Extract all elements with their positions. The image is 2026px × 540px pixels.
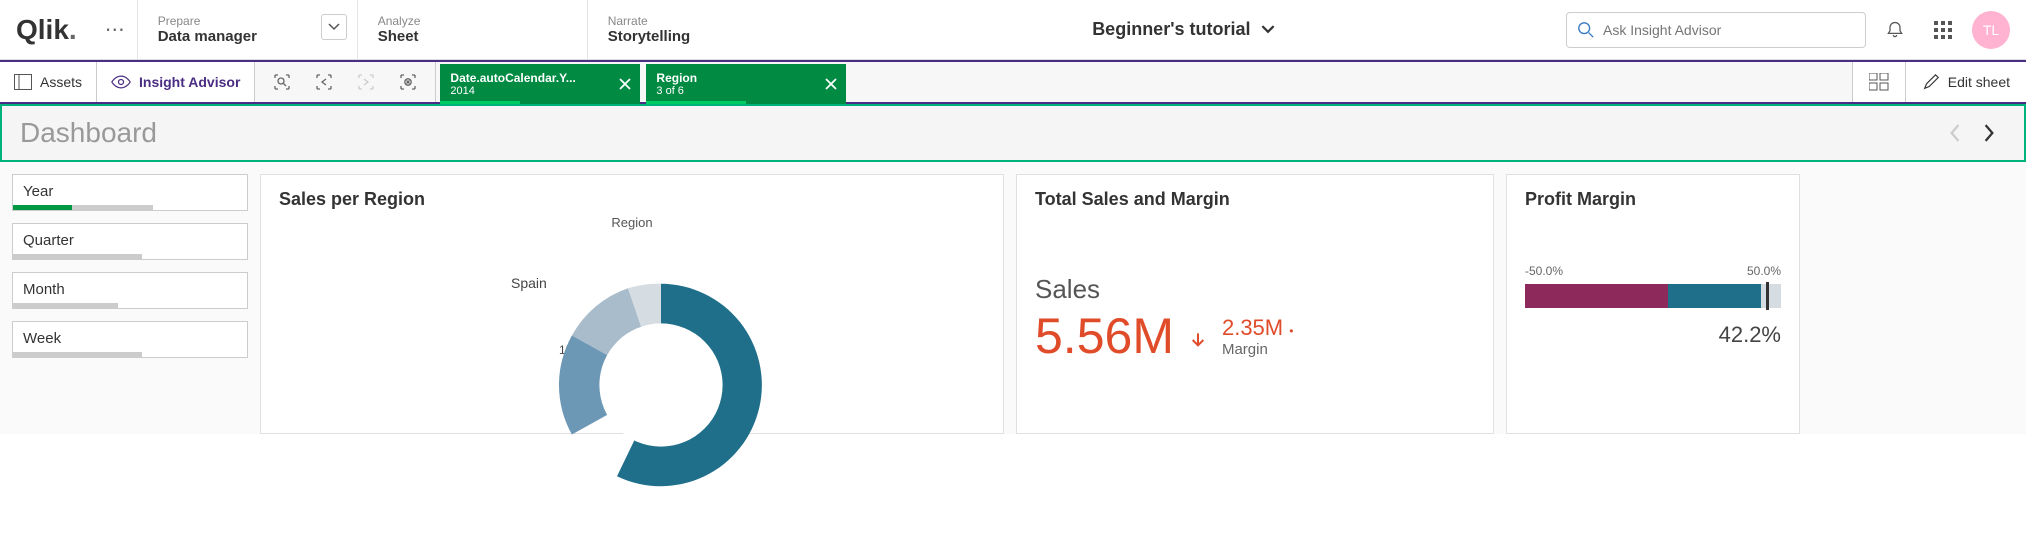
selection-forward-icon	[356, 72, 376, 92]
kpi-sales-value: 5.56M	[1035, 307, 1174, 365]
gauge-value: 42.2%	[1525, 322, 1781, 348]
selection-chip-close[interactable]	[610, 64, 640, 104]
nav-analyze-value: Sheet	[378, 28, 567, 45]
grid-icon	[1934, 21, 1952, 39]
insight-label: Insight Advisor	[139, 74, 240, 90]
prev-sheet-button	[1938, 116, 1972, 150]
sales-per-region-chart[interactable]: Sales per Region Region Spain 13.2%	[260, 174, 1004, 434]
user-avatar[interactable]: TL	[1972, 11, 2010, 49]
trend-down-icon	[1190, 332, 1206, 348]
chevron-right-icon	[1983, 124, 1995, 142]
gauge-max-label: 50.0%	[1747, 264, 1781, 278]
filter-label: Quarter	[23, 232, 74, 249]
filter-quarter[interactable]: Quarter	[12, 223, 248, 260]
kpi-title: Total Sales and Margin	[1035, 189, 1475, 210]
filter-label: Year	[23, 183, 53, 200]
bell-icon	[1885, 20, 1905, 40]
filter-month[interactable]: Month	[12, 272, 248, 309]
top-right-tools: TL	[1550, 0, 2026, 59]
nav-analyze-label: Analyze	[378, 14, 567, 28]
nav-prepare-value: Data manager	[158, 28, 337, 45]
eye-icon	[111, 75, 131, 89]
selection-chip-sub: 2014	[450, 85, 600, 97]
gauge-marker	[1766, 282, 1769, 310]
chart-dimension-label: Region	[611, 215, 652, 230]
close-icon	[619, 78, 631, 90]
nav-narrate[interactable]: Narrate Storytelling	[587, 0, 817, 59]
nav-narrate-value: Storytelling	[608, 28, 797, 45]
insight-search-box[interactable]	[1566, 12, 1866, 48]
filter-pane-column: Year Quarter Month Week	[12, 174, 248, 358]
nav-narrate-label: Narrate	[608, 14, 797, 28]
chevron-down-icon	[1261, 25, 1275, 34]
selection-toolbar: Assets Insight Advisor Date.autoCalendar…	[0, 60, 2026, 104]
selection-tool-buttons	[255, 62, 436, 102]
insight-search-input[interactable]	[1603, 22, 1855, 38]
selection-back-icon	[314, 72, 334, 92]
sheet-title-bar: Dashboard	[0, 104, 2026, 162]
selection-chip-sub: 3 of 6	[656, 85, 806, 97]
pencil-icon	[1922, 73, 1940, 91]
logo-text: lik	[38, 14, 69, 46]
next-sheet-button[interactable]	[1972, 116, 2006, 150]
sheets-grid-icon	[1869, 73, 1889, 91]
chevron-left-icon	[1949, 124, 1961, 142]
selection-clear-icon	[398, 72, 418, 92]
logo-q: Q	[16, 14, 38, 46]
edit-sheet-button[interactable]: Edit sheet	[1905, 62, 2026, 102]
nav-prepare-dropdown[interactable]	[321, 14, 347, 40]
sheets-overview-button[interactable]	[1852, 62, 1905, 102]
sheet-title-text: Dashboard	[20, 117, 1938, 149]
selection-chip-title: Region	[656, 71, 806, 85]
profit-margin-gauge[interactable]: Profit Margin -50.0% 50.0% 42.2%	[1506, 174, 1800, 434]
nav-prepare-label: Prepare	[158, 14, 337, 28]
ellipsis-icon: ⋯	[105, 17, 125, 42]
selection-search-icon	[272, 72, 292, 92]
step-back-button[interactable]	[305, 64, 343, 100]
gauge-min-label: -50.0%	[1525, 264, 1563, 278]
search-icon	[1577, 21, 1595, 39]
app-title-dropdown[interactable]: Beginner's tutorial	[817, 0, 1550, 59]
gauge-bar	[1525, 284, 1781, 308]
notifications-button[interactable]	[1876, 11, 1914, 49]
apps-grid-button[interactable]	[1924, 11, 1962, 49]
selection-chip-title: Date.autoCalendar.Y...	[450, 71, 600, 85]
more-menu-button[interactable]: ⋯	[93, 0, 137, 59]
selection-chip-close[interactable]	[816, 64, 846, 104]
step-forward-button	[347, 64, 385, 100]
total-sales-margin-kpi[interactable]: Total Sales and Margin Sales 5.56M 2.35M…	[1016, 174, 1494, 434]
qlik-logo[interactable]: Qlik.	[0, 0, 93, 59]
close-icon	[825, 78, 837, 90]
kpi-margin-label: Margin	[1222, 341, 1293, 358]
selection-chip-date[interactable]: Date.autoCalendar.Y... 2014	[440, 64, 640, 104]
assets-panel-toggle[interactable]: Assets	[0, 62, 97, 102]
donut-chart-svg	[501, 275, 821, 495]
filter-label: Week	[23, 330, 61, 347]
kpi-margin-value: 2.35M	[1222, 315, 1283, 340]
avatar-initials: TL	[1983, 22, 1999, 38]
filter-week[interactable]: Week	[12, 321, 248, 358]
panel-icon	[14, 74, 32, 90]
app-title: Beginner's tutorial	[1092, 19, 1250, 40]
nav-prepare[interactable]: Prepare Data manager	[137, 0, 357, 59]
clear-selections-button[interactable]	[389, 64, 427, 100]
assets-label: Assets	[40, 74, 82, 90]
filter-year[interactable]: Year	[12, 174, 248, 211]
nav-analyze[interactable]: Analyze Sheet	[357, 0, 587, 59]
chevron-down-icon	[328, 23, 340, 31]
sheet-body: Year Quarter Month Week Sales per Region…	[0, 162, 2026, 434]
filter-label: Month	[23, 281, 65, 298]
kpi-sales-label: Sales	[1035, 274, 1475, 305]
gauge-title: Profit Margin	[1525, 189, 1781, 210]
selection-chip-region[interactable]: Region 3 of 6	[646, 64, 846, 104]
smart-search-button[interactable]	[263, 64, 301, 100]
edit-sheet-label: Edit sheet	[1948, 74, 2010, 90]
top-navbar: Qlik. ⋯ Prepare Data manager Analyze She…	[0, 0, 2026, 60]
chart-title: Sales per Region	[279, 189, 985, 210]
insight-advisor-button[interactable]: Insight Advisor	[97, 62, 255, 102]
